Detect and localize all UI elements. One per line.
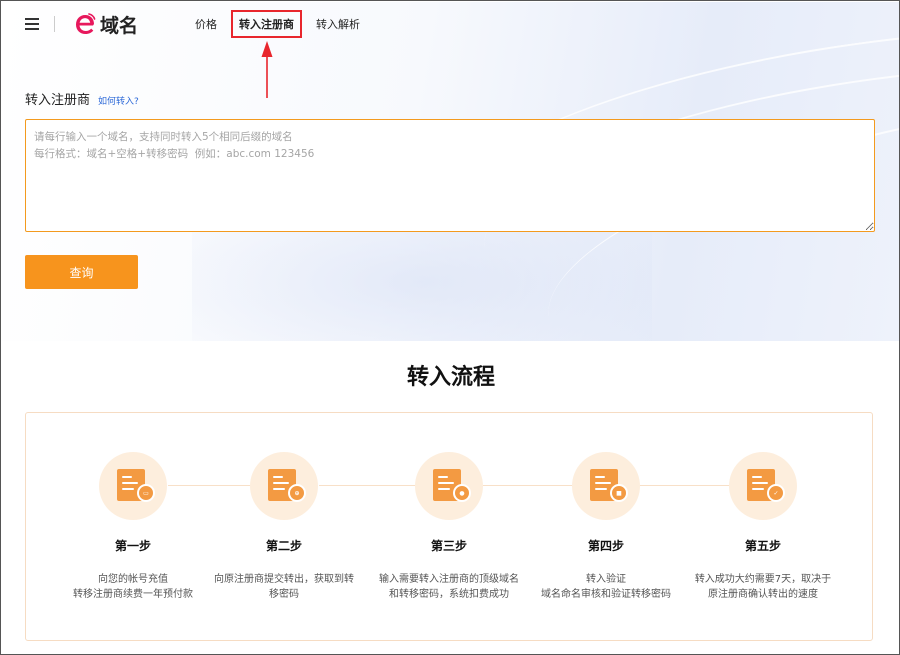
form-title: 转入注册商 xyxy=(25,93,91,108)
step-desc-line: 转移注册商续费一年预付款 xyxy=(73,589,193,600)
step-desc-line: 域名命名审核和验证转移密码 xyxy=(541,589,671,600)
how-to-transfer-link[interactable]: 如何转入? xyxy=(98,94,139,107)
step-name: 第五步 xyxy=(744,539,781,553)
coin-icon: ● xyxy=(453,484,471,502)
form-header: 转入注册商 如何转入? xyxy=(25,89,139,108)
nav-item-transfer-registrar[interactable]: 转入注册商 xyxy=(231,10,302,38)
check-icon: ✓ xyxy=(767,484,785,502)
page-frame: 域名 价格 转入注册商 转入解析 转入注册商 如何转入? 查询 转入流程 ▭ 第… xyxy=(0,0,900,655)
process-step-5: ✓ 第五步 转入成功大约需要7天，取决于 原注册商确认转出的速度 xyxy=(683,452,843,602)
step-name: 第四步 xyxy=(587,539,624,553)
hamburger-menu-icon[interactable] xyxy=(25,18,39,30)
domain-transfer-input[interactable] xyxy=(25,119,875,232)
step-name: 第一步 xyxy=(114,539,151,553)
process-title: 转入流程 xyxy=(406,365,495,390)
step-name: 第二步 xyxy=(265,539,302,553)
step-desc-line: 转入成功大约需要7天，取决于 xyxy=(694,574,832,585)
process-step-2: ⊕ 第二步 向原注册商提交转出，获取到转 移密码 xyxy=(204,452,364,602)
wallet-icon: ▭ xyxy=(137,484,155,502)
step-4-icon-wrap: ■ xyxy=(572,452,640,520)
step-name: 第三步 xyxy=(430,539,467,553)
step-1-icon-wrap: ▭ xyxy=(99,452,167,520)
globe-icon: ⊕ xyxy=(288,484,306,502)
process-step-1: ▭ 第一步 向您的帐号充值 转移注册商续费一年预付款 xyxy=(53,452,213,602)
nav-item-price[interactable]: 价格 xyxy=(187,11,225,37)
logo[interactable]: 域名 xyxy=(73,10,138,38)
top-header: 域名 价格 转入注册商 转入解析 xyxy=(1,1,899,47)
process-card: ▭ 第一步 向您的帐号充值 转移注册商续费一年预付款 ⊕ 第二步 向原注册商提交… xyxy=(25,412,873,641)
step-desc-line: 原注册商确认转出的速度 xyxy=(708,589,818,600)
step-desc-line: 和转移密码，系统扣费成功 xyxy=(389,589,509,600)
brand-e-logo-icon xyxy=(76,13,96,34)
step-description: 向您的帐号充值 转移注册商续费一年预付款 xyxy=(53,572,213,602)
step-3-icon-wrap: ● xyxy=(415,452,483,520)
process-step-3: ● 第三步 输入需要转入注册商的顶级域名 和转移密码，系统扣费成功 xyxy=(369,452,529,602)
nav-item-transfer-dns[interactable]: 转入解析 xyxy=(308,11,368,37)
lock-icon: ■ xyxy=(610,484,628,502)
header-divider xyxy=(54,16,55,32)
query-button[interactable]: 查询 xyxy=(25,255,138,289)
step-description: 转入验证 域名命名审核和验证转移密码 xyxy=(526,572,686,602)
step-description: 向原注册商提交转出，获取到转 移密码 xyxy=(204,572,364,602)
step-desc-line: 转入验证 xyxy=(586,574,626,585)
process-step-4: ■ 第四步 转入验证 域名命名审核和验证转移密码 xyxy=(526,452,686,602)
step-desc-line: 向您的帐号充值 xyxy=(98,574,168,585)
red-up-arrow-icon xyxy=(261,41,273,98)
brand-name: 域名 xyxy=(100,14,139,37)
step-desc-line: 移密码 xyxy=(269,589,299,600)
step-2-icon-wrap: ⊕ xyxy=(250,452,318,520)
step-description: 输入需要转入注册商的顶级域名 和转移密码，系统扣费成功 xyxy=(369,572,529,602)
main-nav: 价格 转入注册商 转入解析 xyxy=(187,1,374,47)
step-desc-line: 向原注册商提交转出，获取到转 xyxy=(214,574,354,585)
step-5-icon-wrap: ✓ xyxy=(729,452,797,520)
step-description: 转入成功大约需要7天，取决于 原注册商确认转出的速度 xyxy=(683,572,843,602)
step-desc-line: 输入需要转入注册商的顶级域名 xyxy=(379,574,519,585)
